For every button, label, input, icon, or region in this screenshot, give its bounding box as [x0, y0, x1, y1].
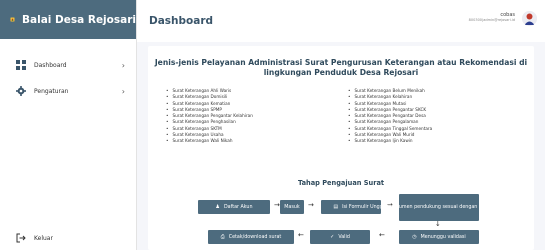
flow-step-label: Daftar Akun: [223, 204, 253, 210]
flow-step-label: Isi Formulir: [342, 204, 369, 210]
list-item: Surat Keterangan Ijin Kawin: [348, 138, 432, 144]
logout-icon: [16, 233, 26, 243]
arrow-right-icon: →: [308, 201, 314, 209]
printer-icon: ⎙: [220, 234, 225, 240]
flow-step-label: Cetak/download surat: [228, 234, 282, 240]
arrow-left-icon: ←: [298, 231, 304, 239]
form-icon: ▤: [333, 204, 339, 210]
sidebar-item-label: Pengaturan: [34, 87, 69, 95]
flow-step-label: Valid: [338, 234, 350, 240]
flow-step-unggah-dokumen: Unggah dokumen pendukung sesuai dengan p…: [370, 194, 508, 221]
user-avatar-icon: [522, 11, 537, 26]
services-list-right: Surat Keterangan Belum Menikah Surat Ket…: [348, 88, 432, 145]
services-title-line2: lingkungan Penduduk Desa Rejosari: [263, 68, 419, 77]
list-item: Surat Keterangan Wali Nikah: [166, 138, 253, 144]
flow-title: Tahap Pengajuan Surat: [297, 179, 385, 187]
gear-icon: [16, 86, 26, 96]
logout-label: Keluar: [34, 234, 53, 242]
flow-step-daftar-akun: ♟ Daftar Akun: [198, 200, 270, 214]
sidebar: Balai Desa Rejosari Dashboard › Pengatur…: [0, 0, 137, 250]
flow-step-cetak: ⎙ Cetak/download surat: [208, 230, 294, 244]
user-email: 800300|admin@rejosari.id: [468, 18, 515, 22]
flow-step-menunggu-validasi: ◷ Menunggu validasi: [399, 230, 479, 244]
user-icon: ♟: [215, 204, 220, 210]
grid-icon: [16, 60, 26, 70]
check-icon: ✓: [330, 234, 335, 240]
chevron-right-icon: ›: [121, 60, 125, 70]
app-title: Balai Desa Rejosari: [22, 13, 136, 26]
services-card: Jenis-jenis Pelayanan Administrasi Surat…: [148, 46, 534, 250]
village-emblem-icon: [10, 17, 15, 22]
services-title-line1: Jenis-jenis Pelayanan Administrasi Surat…: [154, 58, 528, 67]
clock-icon: ◷: [412, 234, 417, 240]
flow-step-label: Menunggu validasi: [420, 234, 466, 240]
flow-step-valid: ✓ Valid: [310, 230, 370, 244]
sidebar-nav: Dashboard › Pengaturan ›: [0, 52, 137, 104]
logout-button[interactable]: Keluar: [16, 233, 53, 243]
page-title: Dashboard: [149, 15, 214, 27]
user-info[interactable]: cobas 800300|admin@rejosari.id: [469, 12, 515, 22]
services-title: Jenis-jenis Pelayanan Administrasi Surat…: [148, 58, 534, 78]
arrow-right-icon: →: [274, 201, 280, 209]
sidebar-item-pengaturan[interactable]: Pengaturan ›: [0, 78, 137, 104]
chevron-right-icon: ›: [121, 86, 125, 96]
sidebar-item-dashboard[interactable]: Dashboard ›: [0, 52, 137, 78]
flow-step-masuk: Masuk: [280, 200, 304, 214]
brand-bar[interactable]: Balai Desa Rejosari: [0, 0, 136, 39]
sidebar-item-label: Dashboard: [34, 61, 67, 69]
flow-step-label: Masuk: [284, 204, 300, 210]
avatar[interactable]: [522, 11, 537, 26]
arrow-left-icon: ←: [379, 231, 385, 239]
flow-step-label: Unggah dokumen pendukung sesuai dengan p…: [370, 204, 508, 210]
top-header: Dashboard cobas 800300|admin@rejosari.id: [137, 0, 545, 42]
arrow-down-icon: ↓: [435, 220, 441, 228]
services-list-left: Surat Keterangan Ahli Waris Surat Ketera…: [166, 88, 253, 145]
